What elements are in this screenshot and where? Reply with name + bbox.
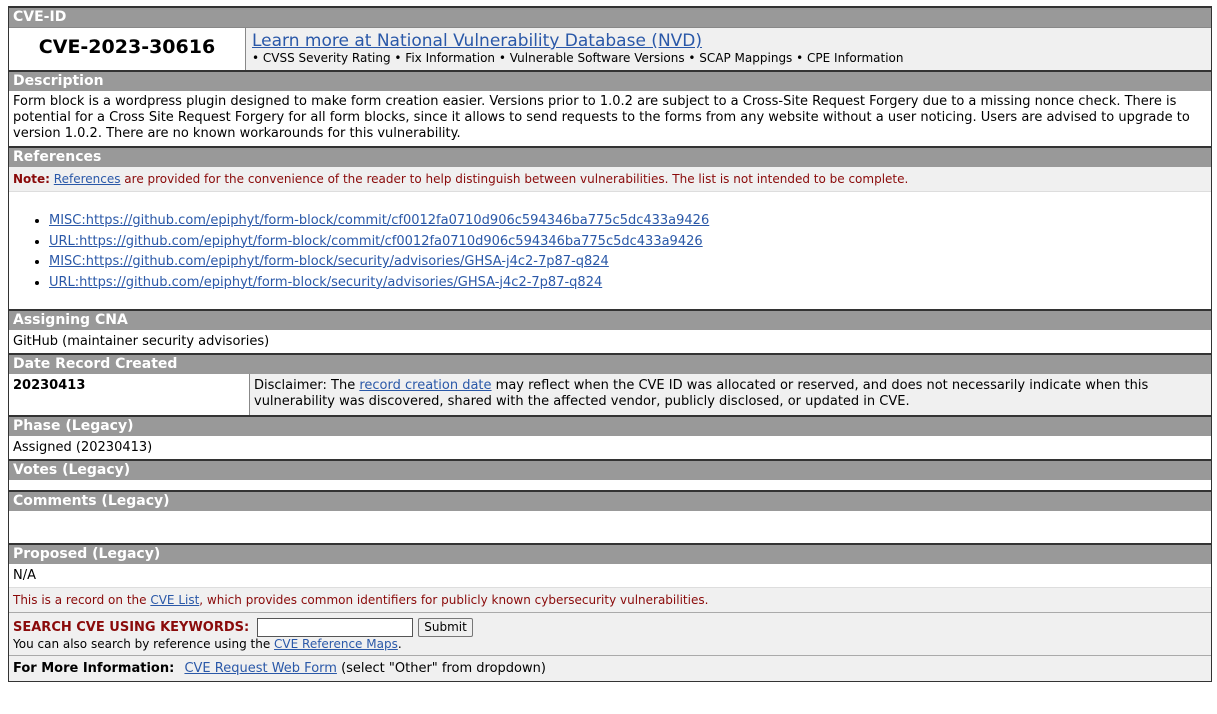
nvd-link[interactable]: Learn more at National Vulnerability Dat… xyxy=(252,32,1205,51)
description-text: Form block is a wordpress plugin designe… xyxy=(13,94,1190,141)
search-input[interactable] xyxy=(257,617,414,637)
nvd-features: • CVSS Severity Rating • Fix Information… xyxy=(252,51,904,65)
search-reference-note: You can also search by reference using t… xyxy=(13,637,1207,652)
search-sub-prefix: You can also search by reference using t… xyxy=(13,637,275,651)
references-list: MISC:https://github.com/epiphyt/form-blo… xyxy=(9,192,1211,309)
disclaimer-prefix: Disclaimer: The xyxy=(254,378,360,393)
list-item: MISC:https://github.com/epiphyt/form-blo… xyxy=(49,252,1207,273)
cve-reference-maps-link[interactable]: CVE Reference Maps xyxy=(274,637,398,651)
section-header-proposed: Proposed (Legacy) xyxy=(9,543,1211,564)
list-item: MISC:https://github.com/epiphyt/form-blo… xyxy=(49,211,1207,232)
cve-list-prefix: This is a record on the xyxy=(13,593,151,607)
cve-list-note: This is a record on the CVE List, which … xyxy=(9,587,1211,612)
search-line: SEARCH CVE USING KEYWORDS: Submit xyxy=(13,617,1207,637)
reference-link[interactable]: MISC:https://github.com/epiphyt/form-blo… xyxy=(49,213,709,228)
more-info-label: For More Information: xyxy=(13,661,175,676)
section-header-votes: Votes (Legacy) xyxy=(9,459,1211,480)
section-header-assigning-cna: Assigning CNA xyxy=(9,309,1211,330)
references-note: Note: References are provided for the co… xyxy=(9,167,1211,192)
note-label: Note: xyxy=(13,172,50,186)
reference-link[interactable]: MISC:https://github.com/epiphyt/form-blo… xyxy=(49,254,609,269)
search-label: SEARCH CVE USING KEYWORDS: xyxy=(13,619,250,635)
cve-list-suffix: , which provides common identifiers for … xyxy=(199,593,709,607)
cve-request-web-form-link[interactable]: CVE Request Web Form xyxy=(184,661,336,676)
cve-id-value: CVE-2023-30616 xyxy=(9,28,246,70)
search-panel: SEARCH CVE USING KEYWORDS: Submit You ca… xyxy=(9,612,1211,655)
section-header-phase: Phase (Legacy) xyxy=(9,415,1211,436)
section-header-description: Description xyxy=(9,70,1211,91)
more-info-suffix: (select "Other" from dropdown) xyxy=(336,661,546,676)
votes-value xyxy=(9,480,1211,490)
cve-record-table: CVE-ID CVE-2023-30616 Learn more at Nati… xyxy=(8,6,1212,682)
comments-value xyxy=(9,511,1211,543)
assigning-cna-value: GitHub (maintainer security advisories) xyxy=(13,334,270,349)
section-header-date-created: Date Record Created xyxy=(9,353,1211,374)
section-header-cve-id: CVE-ID xyxy=(9,6,1211,27)
proposed-value: N/A xyxy=(13,568,36,583)
cve-list-link[interactable]: CVE List xyxy=(150,593,199,607)
more-information: For More Information: CVE Request Web Fo… xyxy=(9,655,1211,681)
cve-id-row: CVE-2023-30616 Learn more at National Vu… xyxy=(9,27,1211,70)
references-note-text: are provided for the convenience of the … xyxy=(120,172,909,186)
submit-button[interactable]: Submit xyxy=(418,617,473,637)
list-item: URL:https://github.com/epiphyt/form-bloc… xyxy=(49,273,1207,294)
references-note-link[interactable]: References xyxy=(54,172,121,186)
reference-link[interactable]: URL:https://github.com/epiphyt/form-bloc… xyxy=(49,234,703,249)
date-created-row: 20230413 Disclaimer: The record creation… xyxy=(9,374,1211,415)
section-header-comments: Comments (Legacy) xyxy=(9,490,1211,511)
record-creation-date-link[interactable]: record creation date xyxy=(359,378,491,393)
nvd-cell: Learn more at National Vulnerability Dat… xyxy=(246,28,1211,70)
phase-value: Assigned (20230413) xyxy=(13,440,153,455)
date-disclaimer: Disclaimer: The record creation date may… xyxy=(250,374,1211,415)
section-header-references: References xyxy=(9,146,1211,167)
list-item: URL:https://github.com/epiphyt/form-bloc… xyxy=(49,232,1207,253)
reference-link[interactable]: URL:https://github.com/epiphyt/form-bloc… xyxy=(49,275,602,290)
date-created-value: 20230413 xyxy=(9,374,250,415)
search-sub-suffix: . xyxy=(397,637,402,651)
